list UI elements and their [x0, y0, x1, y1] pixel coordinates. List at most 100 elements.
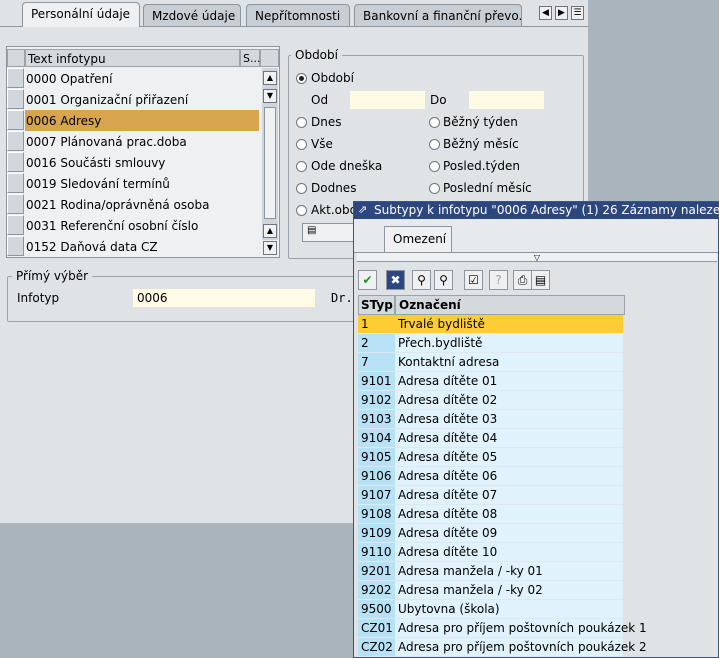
tab-scroll-left-button[interactable]: ◀ [539, 6, 552, 20]
infotype-row[interactable]: 0000 Opatření [25, 68, 259, 89]
row-selector[interactable] [7, 110, 24, 130]
radio-option[interactable] [429, 139, 440, 150]
subtype-description[interactable]: Adresa dítěte 04 [395, 429, 623, 448]
select-icon[interactable]: ☑ [464, 270, 483, 290]
subtype-key[interactable]: 9101 [358, 372, 395, 391]
radio-option[interactable] [429, 161, 440, 172]
subtype-description[interactable]: Adresa manžela / -ky 02 [395, 581, 623, 600]
subtype-description[interactable]: Kontaktní adresa [395, 353, 623, 372]
subtype-key[interactable]: 9105 [358, 448, 395, 467]
find-next-icon[interactable]: ⚲ [434, 270, 453, 290]
subtype-description[interactable]: Adresa pro příjem poštovních poukázek 2 [395, 638, 647, 657]
subtype-key[interactable]: 9108 [358, 505, 395, 524]
subtype-key[interactable]: 1 [358, 315, 395, 334]
subtype-description[interactable]: Adresa dítěte 01 [395, 372, 623, 391]
to-date-input[interactable] [469, 91, 544, 109]
help-icon[interactable]: ? [489, 270, 508, 290]
scroll-thumb[interactable] [264, 107, 276, 219]
radio-option[interactable] [429, 117, 440, 128]
tab-absences[interactable]: Nepřítomnosti [246, 4, 350, 26]
row-selector[interactable] [7, 131, 24, 151]
infotype-row[interactable]: 0021 Rodina/oprávněná osoba [25, 194, 259, 215]
tab-personal[interactable]: Personální údaje [22, 2, 140, 27]
column-header-text[interactable]: Text infotypu [25, 49, 240, 67]
subtype-key[interactable]: 9109 [358, 524, 395, 543]
column-settings-cell[interactable] [260, 49, 279, 67]
tab-bank[interactable]: Bankovní a finanční převo... [354, 4, 522, 26]
tab-restrictions[interactable]: Omezení [384, 226, 452, 252]
row-selector[interactable] [7, 236, 24, 256]
infotype-row[interactable]: 0031 Referenční osobní číslo [25, 215, 259, 236]
subtype-description[interactable]: Adresa dítěte 10 [395, 543, 623, 562]
subtype-description[interactable]: Adresa pro příjem poštovních poukázek 1 [395, 619, 647, 638]
subtype-key[interactable]: 2 [358, 334, 395, 353]
radio-option[interactable] [296, 205, 307, 216]
tab-list-button[interactable]: ☰ [571, 6, 584, 20]
infotype-row[interactable]: 0001 Organizační přiřazení [25, 89, 259, 110]
infotype-row[interactable]: 0016 Součásti smlouvy [25, 152, 259, 173]
column-header-s[interactable]: S... [240, 49, 260, 67]
tab-scroll-right-button[interactable]: ▶ [555, 6, 568, 20]
row-selector[interactable] [7, 173, 24, 193]
list-icon[interactable]: ▤ [531, 270, 550, 290]
subtype-key[interactable]: 9107 [358, 486, 395, 505]
scroll-down-end-icon[interactable]: ▼ [263, 241, 277, 255]
infotype-row[interactable]: 0152 Daňová data CZ [25, 236, 259, 257]
direct-selection-title: Přímý výběr [12, 269, 93, 283]
subtype-description[interactable]: Adresa dítěte 02 [395, 391, 623, 410]
from-date-input[interactable] [350, 91, 425, 109]
infotype-input[interactable]: 0006 [133, 289, 315, 307]
period-button[interactable]: ▤ [302, 223, 358, 242]
collapse-toggle[interactable]: ▽ [357, 253, 717, 262]
row-selector[interactable] [7, 215, 24, 235]
radio-option[interactable] [296, 161, 307, 172]
tab-payroll[interactable]: Mzdové údaje [143, 4, 241, 26]
row-selector[interactable] [7, 152, 24, 172]
radio-option[interactable] [429, 183, 440, 194]
subtype-key[interactable]: 9103 [358, 410, 395, 429]
infotype-row[interactable]: 0019 Sledování termínů [25, 173, 259, 194]
subtype-key[interactable]: 9110 [358, 543, 395, 562]
subtype-description[interactable]: Adresa dítěte 05 [395, 448, 623, 467]
print-icon[interactable]: ⎙ [513, 270, 532, 290]
subtype-description[interactable]: Adresa dítěte 03 [395, 410, 623, 429]
subtype-description[interactable]: Adresa dítěte 09 [395, 524, 623, 543]
subtype-key[interactable]: 7 [358, 353, 395, 372]
cancel-icon[interactable]: ✖ [386, 270, 405, 290]
subtype-description[interactable]: Ubytovna (škola) [395, 600, 623, 619]
dialog-title: ⇗ Subtypy k infotypu "0006 Adresy" (1) 2… [354, 202, 719, 219]
subtype-key[interactable]: 9104 [358, 429, 395, 448]
row-selector[interactable] [7, 89, 24, 109]
subtype-key[interactable]: 9500 [358, 600, 395, 619]
radio-option-label: Vše [311, 137, 333, 151]
subtype-key[interactable]: 9201 [358, 562, 395, 581]
subtype-description[interactable]: Adresa dítěte 07 [395, 486, 623, 505]
subtype-description[interactable]: Adresa manžela / -ky 01 [395, 562, 623, 581]
subtype-key[interactable]: 9106 [358, 467, 395, 486]
document-icon: ▤ [307, 225, 317, 236]
column-header-subtype[interactable]: STyp [358, 295, 395, 315]
row-selector[interactable] [7, 194, 24, 214]
infotype-row[interactable]: 0006 Adresy [25, 110, 259, 131]
infotype-row[interactable]: 0007 Plánovaná prac.doba [25, 131, 259, 152]
scroll-down-icon[interactable]: ▼ [263, 89, 277, 103]
subtype-description[interactable]: Přech.bydliště [395, 334, 623, 353]
radio-period[interactable] [296, 73, 307, 84]
radio-option[interactable] [296, 183, 307, 194]
row-selector[interactable] [7, 68, 24, 88]
column-header-description[interactable]: Označení [395, 295, 625, 315]
subtype-key[interactable]: 9102 [358, 391, 395, 410]
scroll-up-icon[interactable]: ▲ [263, 71, 277, 85]
select-all-cell[interactable] [7, 49, 25, 67]
subtype-description[interactable]: Adresa dítěte 06 [395, 467, 623, 486]
radio-option[interactable] [296, 139, 307, 150]
find-icon[interactable]: ⚲ [412, 270, 431, 290]
scroll-up-end-icon[interactable]: ▲ [263, 224, 277, 238]
radio-option[interactable] [296, 117, 307, 128]
subtype-key[interactable]: 9202 [358, 581, 395, 600]
subtype-description[interactable]: Adresa dítěte 08 [395, 505, 623, 524]
subtype-description[interactable]: Trvalé bydliště [395, 315, 623, 334]
confirm-icon[interactable]: ✔ [358, 270, 377, 290]
subtype-key[interactable]: CZ01 [358, 619, 395, 638]
subtype-key[interactable]: CZ02 [358, 638, 395, 657]
